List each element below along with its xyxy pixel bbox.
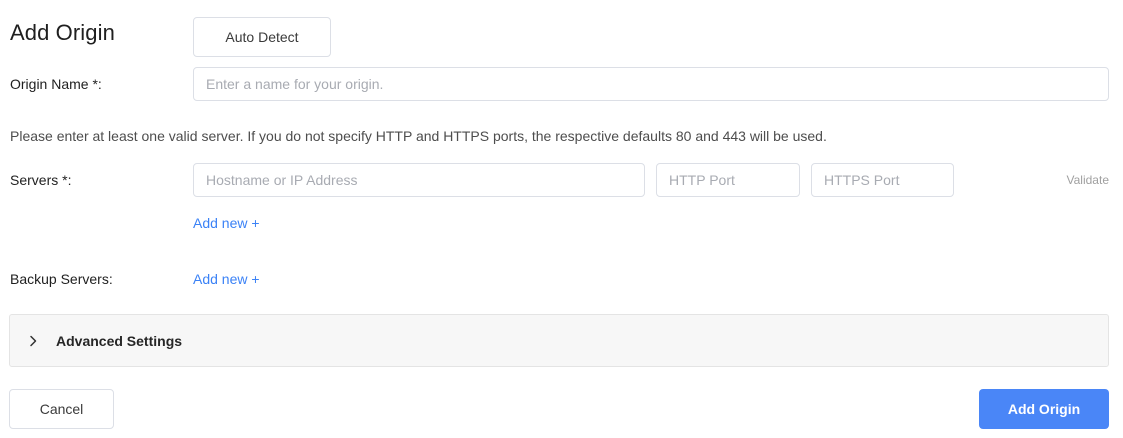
advanced-settings-toggle[interactable]: Advanced Settings (9, 314, 1109, 367)
advanced-settings-label: Advanced Settings (56, 332, 183, 349)
add-new-backup-server-link[interactable]: Add new + (193, 271, 260, 287)
origin-name-label: Origin Name *: (10, 76, 102, 92)
https-port-input[interactable] (811, 163, 954, 197)
add-origin-button[interactable]: Add Origin (979, 389, 1109, 429)
backup-servers-label: Backup Servers: (10, 271, 113, 287)
http-port-input[interactable] (656, 163, 800, 197)
validate-link[interactable]: Validate (1067, 173, 1109, 187)
add-new-server-link[interactable]: Add new + (193, 215, 260, 231)
add-origin-form: Add Origin Auto Detect Origin Name *: Pl… (0, 0, 1123, 438)
chevron-right-icon (28, 335, 52, 347)
auto-detect-button[interactable]: Auto Detect (193, 17, 331, 57)
page-title: Add Origin (10, 20, 115, 45)
servers-hint-text: Please enter at least one valid server. … (10, 128, 827, 144)
origin-name-input[interactable] (193, 67, 1109, 101)
cancel-button[interactable]: Cancel (9, 389, 114, 429)
hostname-input[interactable] (193, 163, 645, 197)
servers-label: Servers *: (10, 172, 72, 188)
